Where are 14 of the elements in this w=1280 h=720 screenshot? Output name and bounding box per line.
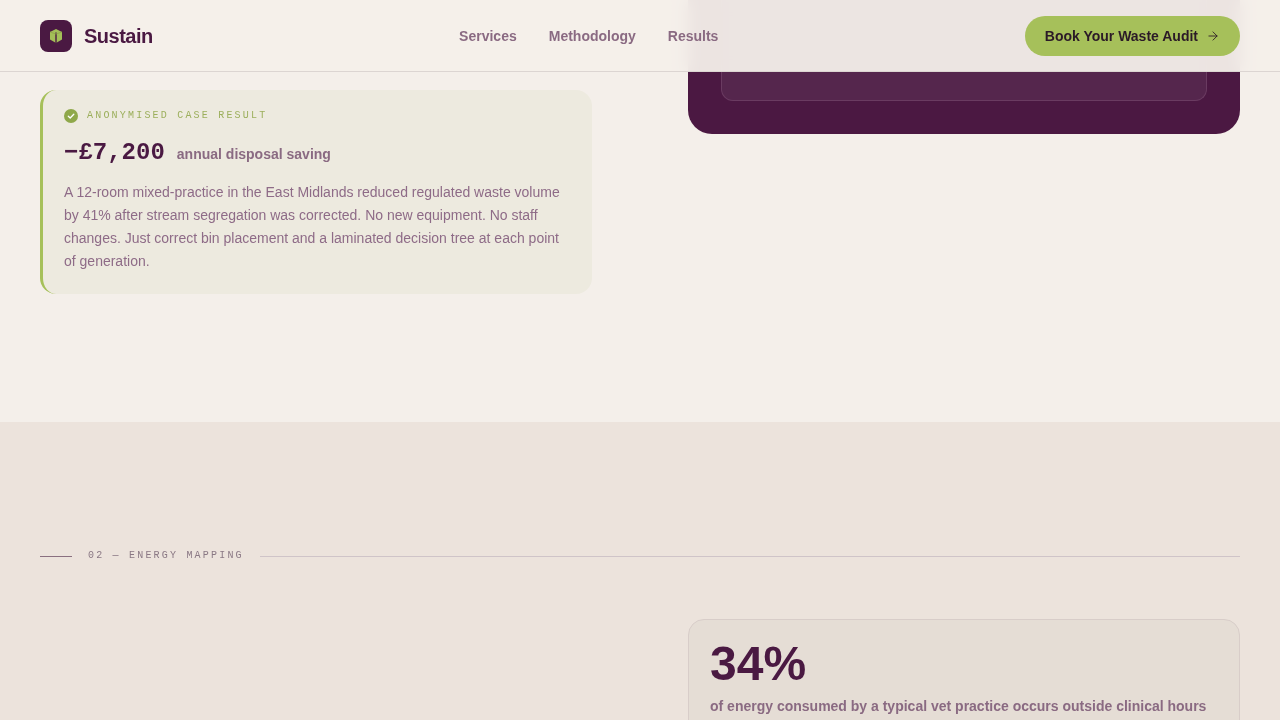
box-logo-icon xyxy=(40,19,72,52)
check-icon xyxy=(64,109,78,123)
case-description: A 12-room mixed-practice in the East Midlands reduced regulated waste volume by 41% after stream segregation was corrected. No new equipment. No staff changes. Just correct bin placement and a laminated decision tree at each point of generation. xyxy=(64,183,561,271)
book-audit-button[interactable]: Book Your Waste Audit xyxy=(1024,15,1240,56)
stat-value: 34% xyxy=(710,638,808,690)
section-label: 02 — ENERGY MAPPING xyxy=(88,549,244,563)
nav-link[interactable]: Methodology xyxy=(548,25,636,46)
stat-description: of energy consumed by a typical vet practice occurs outside clinical hours xyxy=(710,697,1208,716)
nav-link[interactable]: Services xyxy=(459,25,517,46)
case-result-label: ANONYMISED CASE RESULT xyxy=(87,109,268,123)
brand-name: Sustain xyxy=(84,23,153,49)
nav-link[interactable]: Results xyxy=(667,25,719,46)
saving-amount: −£7,200 xyxy=(64,138,165,168)
saving-caption: annual disposal saving xyxy=(176,145,331,164)
